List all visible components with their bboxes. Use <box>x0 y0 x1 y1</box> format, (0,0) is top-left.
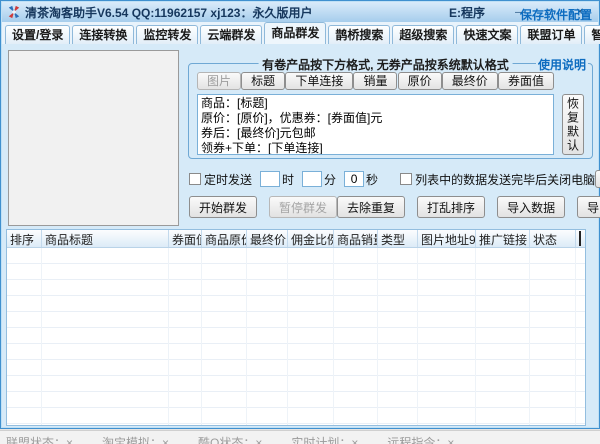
image-preview-panel <box>8 50 179 226</box>
column-header-type[interactable]: 类型 <box>378 230 418 247</box>
hour-label: 时 <box>282 171 294 188</box>
pause-broadcast-button[interactable]: 暂停群发 <box>269 196 337 218</box>
timed-send-label: 定时发送 <box>204 171 252 188</box>
tab-bar: 设置/登录 连接转换 监控转发 云端群发 商品群发 鹊桥搜索 超级搜索 快速文案… <box>2 22 598 44</box>
shutdown-label: 列表中的数据发送完毕后关闭电脑 <box>415 171 595 188</box>
help-link[interactable]: 使用说明 <box>536 56 588 73</box>
shuffle-order-button[interactable]: 打乱排序 <box>417 196 485 218</box>
insert-buttons-row: 图片 标题 下单连接 销量 原价 最终价 券面值 <box>197 72 554 90</box>
action-row: 开始群发 暂停群发 去除重复 打乱排序 导入数据 导出数据 <box>189 195 593 219</box>
product-table: 排序 商品标题 券面值 商品原价 最终价 佣金比例 商品销量 类型 图片地址9 … <box>6 229 586 426</box>
save-config-link[interactable]: 保存软件配置 <box>520 6 592 23</box>
minute-input[interactable] <box>302 171 322 187</box>
column-header-original-price[interactable]: 商品原价 <box>202 230 247 247</box>
timed-send-checkbox-box[interactable] <box>189 173 201 185</box>
status-taobao-sim: 淘宝模拟：× <box>102 434 169 444</box>
titlebar-path-label: E:程序 <box>449 4 485 21</box>
status-remote-command: 远程指令：× <box>387 434 454 444</box>
column-header-product-title[interactable]: 商品标题 <box>42 230 169 247</box>
table-body[interactable] <box>7 248 585 425</box>
screen: 清茶淘客助手V6.54 QQ:11962157 xj123：永久版用户 E:程序… <box>0 0 600 444</box>
insert-sales-button[interactable]: 销量 <box>353 72 397 90</box>
minute-label: 分 <box>324 171 336 188</box>
column-header-commission-rate[interactable]: 佣金比例 <box>288 230 334 247</box>
second-label: 秒 <box>366 171 378 188</box>
column-header-sales[interactable]: 商品销量 <box>334 230 378 247</box>
status-bar: 联盟状态：× 淘宝模拟：× 酷Q状态：× 实时计划：× 远程指令：× <box>0 430 600 444</box>
tab-alliance-orders[interactable]: 联盟订单 <box>520 25 582 44</box>
insert-title-button[interactable]: 标题 <box>241 72 285 90</box>
insert-final-price-button[interactable]: 最终价 <box>442 72 498 90</box>
window-title: 清茶淘客助手V6.54 QQ:11962157 xj123：永久版用户 <box>25 4 312 21</box>
tab-link-convert[interactable]: 连接转换 <box>72 25 134 44</box>
tab-quick-copy[interactable]: 快速文案 <box>456 25 518 44</box>
column-header-coupon-value[interactable]: 券面值 <box>169 230 202 247</box>
table-header-row: 排序 商品标题 券面值 商品原价 最终价 佣金比例 商品销量 类型 图片地址9 … <box>7 230 585 248</box>
app-icon <box>7 5 21 19</box>
insert-coupon-value-button[interactable]: 券面值 <box>498 72 554 90</box>
header-caret-line <box>579 231 581 246</box>
status-alliance: 联盟状态：× <box>6 434 73 444</box>
message-template-input[interactable]: 商品：[标题] 原价：[原价]，优惠券：[券面值]元 券后：[最终价]元包邮 领… <box>197 94 554 155</box>
tab-cloud-broadcast[interactable]: 云端群发 <box>200 25 262 44</box>
shutdown-checkbox[interactable]: 列表中的数据发送完毕后关闭电脑 <box>400 171 595 188</box>
tab-smart-manage[interactable]: 智能管理 <box>584 25 600 44</box>
column-header-promo-link[interactable]: 推广链接 <box>476 230 530 247</box>
app-window: 清茶淘客助手V6.54 QQ:11962157 xj123：永久版用户 E:程序… <box>0 0 600 429</box>
timer-row: 定时发送 时 分 秒 列表中的数据发送完毕后关闭电脑 群发速度点此设置 <box>189 170 593 188</box>
export-data-button[interactable]: 导出数据 <box>577 196 600 218</box>
format-group-box: 有卷产品按下方格式, 无券产品按系统默认格式 使用说明 图片 标题 下单连接 销… <box>188 63 593 159</box>
tab-super-search[interactable]: 超级搜索 <box>392 25 454 44</box>
restore-default-button[interactable]: 恢复默认 <box>562 94 584 155</box>
shutdown-checkbox-box[interactable] <box>400 173 412 185</box>
tab-monitor-forward[interactable]: 监控转发 <box>136 25 198 44</box>
table-grid-columns <box>7 248 585 425</box>
hour-input[interactable] <box>260 171 280 187</box>
status-coolq: 酷Q状态：× <box>198 434 262 444</box>
second-input[interactable] <box>344 171 364 187</box>
tab-product-broadcast[interactable]: 商品群发 <box>264 22 326 44</box>
insert-order-link-button[interactable]: 下单连接 <box>285 72 353 90</box>
column-header-status[interactable]: 状态 <box>530 230 576 247</box>
import-data-button[interactable]: 导入数据 <box>497 196 565 218</box>
tab-queqiao-search[interactable]: 鹊桥搜索 <box>328 25 390 44</box>
timed-send-checkbox[interactable]: 定时发送 <box>189 171 252 188</box>
column-header-final-price[interactable]: 最终价 <box>247 230 288 247</box>
column-header-image-url[interactable]: 图片地址9 <box>418 230 476 247</box>
tab-settings-login[interactable]: 设置/登录 <box>5 25 70 44</box>
insert-original-price-button[interactable]: 原价 <box>398 72 442 90</box>
titlebar: 清茶淘客助手V6.54 QQ:11962157 xj123：永久版用户 E:程序… <box>2 2 598 22</box>
format-group-title: 有卷产品按下方格式, 无券产品按系统默认格式 <box>258 56 513 73</box>
remove-duplicates-button[interactable]: 去除重复 <box>337 196 405 218</box>
broadcast-speed-button[interactable]: 群发速度点此设置 <box>595 170 600 188</box>
insert-image-button[interactable]: 图片 <box>197 72 241 90</box>
column-header-sort[interactable]: 排序 <box>7 230 42 247</box>
start-broadcast-button[interactable]: 开始群发 <box>189 196 257 218</box>
status-realtime-plan: 实时计划：× <box>291 434 358 444</box>
